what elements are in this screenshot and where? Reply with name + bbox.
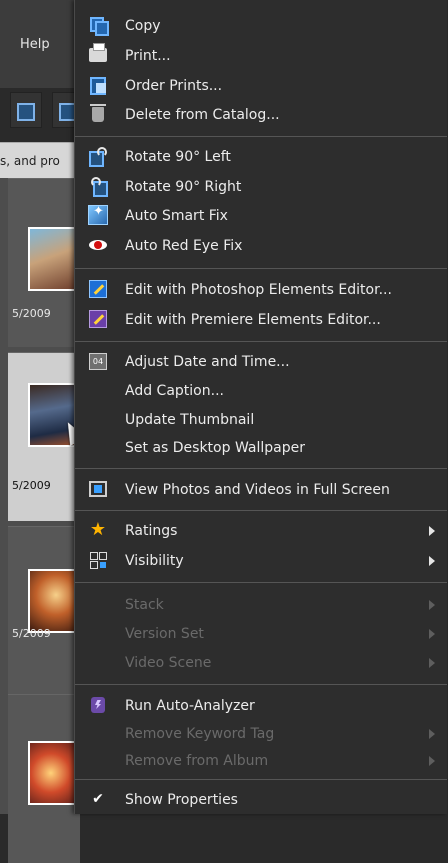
menu-item-edit-premiere-elements[interactable]: Edit with Premiere Elements Editor... (75, 305, 447, 334)
menu-item-label: Rotate 90° Left (125, 148, 231, 165)
menu-item-view-full-screen[interactable]: View Photos and Videos in Full Screen (75, 475, 447, 504)
menu-item-copy[interactable]: Copy (75, 11, 447, 40)
menu-item-label: Print... (125, 47, 171, 64)
menu-item-rotate-left[interactable]: Rotate 90° Left (75, 142, 447, 171)
menu-item-auto-smart-fix[interactable]: Auto Smart Fix (75, 201, 447, 230)
menu-item-visibility[interactable]: Visibility (75, 546, 447, 575)
media-thumbnail-cell[interactable]: 5/2009 (8, 526, 84, 695)
media-thumbnail-cell[interactable] (8, 694, 84, 863)
search-bar[interactable]: s, and pro (0, 142, 80, 180)
context-menu: Copy Print... Order Prints... Delete fro… (74, 0, 447, 814)
smart-fix-icon (87, 204, 109, 225)
menu-item-version-set[interactable]: Version Set (75, 619, 447, 648)
menu-separator (75, 684, 447, 685)
menu-item-label: Stack (125, 596, 164, 613)
menu-separator (75, 582, 447, 583)
menu-item-label: Video Scene (125, 654, 212, 671)
menu-item-label: Set as Desktop Wallpaper (125, 439, 305, 456)
submenu-arrow-icon (429, 556, 435, 566)
menu-item-ratings[interactable]: ★ Ratings (75, 516, 447, 545)
menu-help[interactable]: Help (20, 37, 50, 52)
menu-bar: Help (0, 0, 80, 88)
menu-separator (75, 468, 447, 469)
premiere-elements-icon (87, 309, 109, 329)
menu-item-label: Visibility (125, 552, 184, 569)
menu-item-run-auto-analyzer[interactable]: Run Auto-Analyzer (75, 691, 447, 720)
menu-item-label: Rotate 90° Right (125, 178, 242, 195)
menu-item-stack[interactable]: Stack (75, 590, 447, 619)
menu-item-delete-from-catalog[interactable]: Delete from Catalog... (75, 100, 447, 129)
menu-item-label: Remove from Album (125, 752, 269, 769)
menu-item-auto-red-eye-fix[interactable]: Auto Red Eye Fix (75, 231, 447, 260)
full-screen-icon (87, 479, 109, 499)
thumbnail-date: 5/2009 (12, 627, 51, 640)
menu-item-remove-keyword-tag[interactable]: Remove Keyword Tag (75, 719, 447, 748)
menu-separator (75, 268, 447, 269)
auto-analyzer-icon (87, 695, 109, 715)
menu-item-show-properties[interactable]: ✔ Show Properties (75, 785, 447, 814)
menu-item-add-caption[interactable]: Add Caption... (75, 376, 447, 405)
thumbnail-date: 5/2009 (12, 307, 51, 320)
media-browser-grid: 5/2009 5/2009 5/2009 (0, 178, 84, 863)
menu-item-remove-from-album[interactable]: Remove from Album (75, 746, 447, 775)
submenu-arrow-icon (429, 526, 435, 536)
rotate-left-icon (87, 146, 109, 167)
menu-separator (75, 136, 447, 137)
print-icon (87, 43, 109, 65)
star-icon: ★ (89, 519, 107, 540)
menu-separator (75, 510, 447, 511)
copy-icon (87, 15, 109, 36)
menu-item-adjust-date-time[interactable]: 04 Adjust Date and Time... (75, 347, 447, 376)
menu-item-print[interactable]: Print... (75, 41, 447, 70)
trash-icon (87, 103, 109, 124)
menu-item-label: Edit with Photoshop Elements Editor... (125, 281, 392, 298)
menu-item-label: Adjust Date and Time... (125, 353, 290, 370)
submenu-arrow-icon (429, 600, 435, 610)
menu-item-label: Order Prints... (125, 77, 223, 94)
rotate-left-icon (17, 103, 35, 121)
menu-item-label: Remove Keyword Tag (125, 725, 275, 742)
checkmark-icon: ✔ (92, 791, 104, 807)
menu-item-label: Update Thumbnail (125, 411, 255, 428)
submenu-arrow-icon (429, 658, 435, 668)
rotate-right-icon (87, 176, 109, 197)
menu-item-label: Run Auto-Analyzer (125, 697, 255, 714)
submenu-arrow-icon (429, 729, 435, 739)
menu-item-edit-photoshop-elements[interactable]: Edit with Photoshop Elements Editor... (75, 275, 447, 304)
menu-item-label: Version Set (125, 625, 204, 642)
menu-item-label: Edit with Premiere Elements Editor... (125, 311, 381, 328)
menu-item-update-thumbnail[interactable]: Update Thumbnail (75, 405, 447, 434)
search-text: s, and pro (0, 154, 60, 168)
menu-item-label: Show Properties (125, 791, 238, 808)
photoshop-elements-icon (87, 279, 109, 299)
menu-item-video-scene[interactable]: Video Scene (75, 648, 447, 677)
menu-separator (75, 779, 447, 780)
order-prints-icon (87, 75, 109, 95)
rotate-left-toolbar-button[interactable] (10, 92, 42, 128)
submenu-arrow-icon (429, 756, 435, 766)
menu-item-set-desktop-wallpaper[interactable]: Set as Desktop Wallpaper (75, 433, 447, 462)
menu-item-label: View Photos and Videos in Full Screen (125, 481, 390, 498)
menu-item-label: Copy (125, 17, 161, 34)
calendar-icon: 04 (87, 351, 109, 371)
menu-item-order-prints[interactable]: Order Prints... (75, 71, 447, 100)
media-thumbnail-cell[interactable]: 5/2009 (8, 178, 84, 347)
menu-item-label: Auto Smart Fix (125, 207, 228, 224)
menu-item-rotate-right[interactable]: Rotate 90° Right (75, 172, 447, 201)
menu-item-label: Ratings (125, 522, 178, 539)
menu-item-label: Delete from Catalog... (125, 106, 280, 123)
thumbnail-date: 5/2009 (12, 479, 51, 492)
red-eye-icon (87, 235, 109, 255)
visibility-icon (87, 550, 109, 570)
menu-item-label: Auto Red Eye Fix (125, 237, 243, 254)
menu-item-label: Add Caption... (125, 382, 224, 399)
submenu-arrow-icon (429, 629, 435, 639)
menu-separator (75, 341, 447, 342)
